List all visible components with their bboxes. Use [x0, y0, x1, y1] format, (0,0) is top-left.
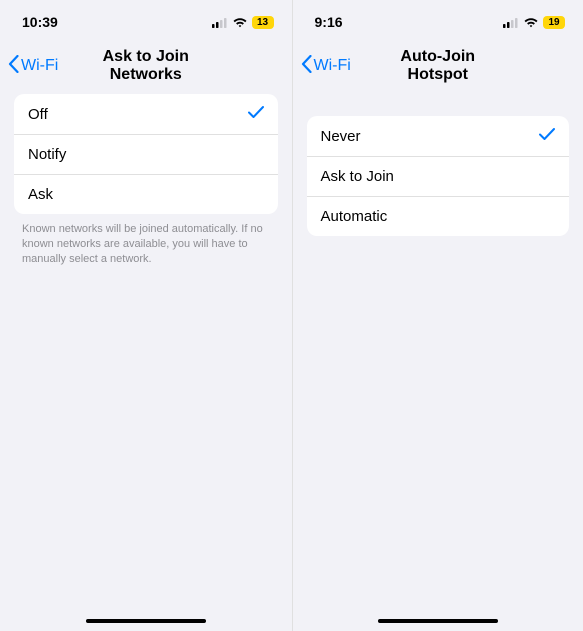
wifi-icon: [523, 16, 539, 28]
cellular-icon: [503, 17, 519, 28]
status-bar: 9:16 19: [293, 0, 583, 44]
screen-auto-join-hotspot: 9:16 19 Wi-Fi Auto-Join Hotspot Never: [292, 0, 583, 631]
status-bar: 10:39 13: [0, 0, 292, 44]
nav-bar: Wi-Fi Auto-Join Hotspot: [293, 44, 583, 88]
status-indicators: 19: [503, 16, 565, 29]
screen-ask-to-join: 10:39 13 Wi-Fi Ask to Join Networks Off: [0, 0, 292, 631]
status-time: 10:39: [22, 14, 58, 30]
chevron-left-icon: [8, 55, 19, 78]
option-label: Never: [321, 128, 361, 145]
option-label: Off: [28, 106, 48, 123]
option-notify[interactable]: Notify: [14, 134, 278, 174]
back-label: Wi-Fi: [314, 57, 351, 75]
content: Never Ask to Join Automatic: [293, 88, 583, 631]
options-list: Off Notify Ask: [14, 94, 278, 214]
checkmark-icon: [248, 105, 264, 123]
battery-level: 19: [543, 16, 565, 29]
footer-text: Known networks will be joined automatica…: [0, 214, 292, 267]
content: Off Notify Ask Known networks will be jo…: [0, 88, 292, 631]
option-never[interactable]: Never: [307, 116, 570, 156]
option-label: Ask to Join: [321, 168, 394, 185]
nav-bar: Wi-Fi Ask to Join Networks: [0, 44, 292, 88]
option-label: Automatic: [321, 208, 388, 225]
option-label: Ask: [28, 186, 53, 203]
option-ask-to-join[interactable]: Ask to Join: [307, 156, 570, 196]
cellular-icon: [212, 17, 228, 28]
back-button[interactable]: Wi-Fi: [301, 55, 351, 78]
checkmark-icon: [539, 127, 555, 145]
status-time: 9:16: [315, 14, 343, 30]
battery-level: 13: [252, 16, 274, 29]
options-list: Never Ask to Join Automatic: [307, 116, 570, 236]
home-indicator[interactable]: [86, 619, 206, 623]
back-button[interactable]: Wi-Fi: [8, 55, 58, 78]
option-ask[interactable]: Ask: [14, 174, 278, 214]
chevron-left-icon: [301, 55, 312, 78]
back-label: Wi-Fi: [21, 57, 58, 75]
wifi-icon: [232, 16, 248, 28]
option-off[interactable]: Off: [14, 94, 278, 134]
option-label: Notify: [28, 146, 66, 163]
option-automatic[interactable]: Automatic: [307, 196, 570, 236]
home-indicator[interactable]: [378, 619, 498, 623]
status-indicators: 13: [212, 16, 274, 29]
